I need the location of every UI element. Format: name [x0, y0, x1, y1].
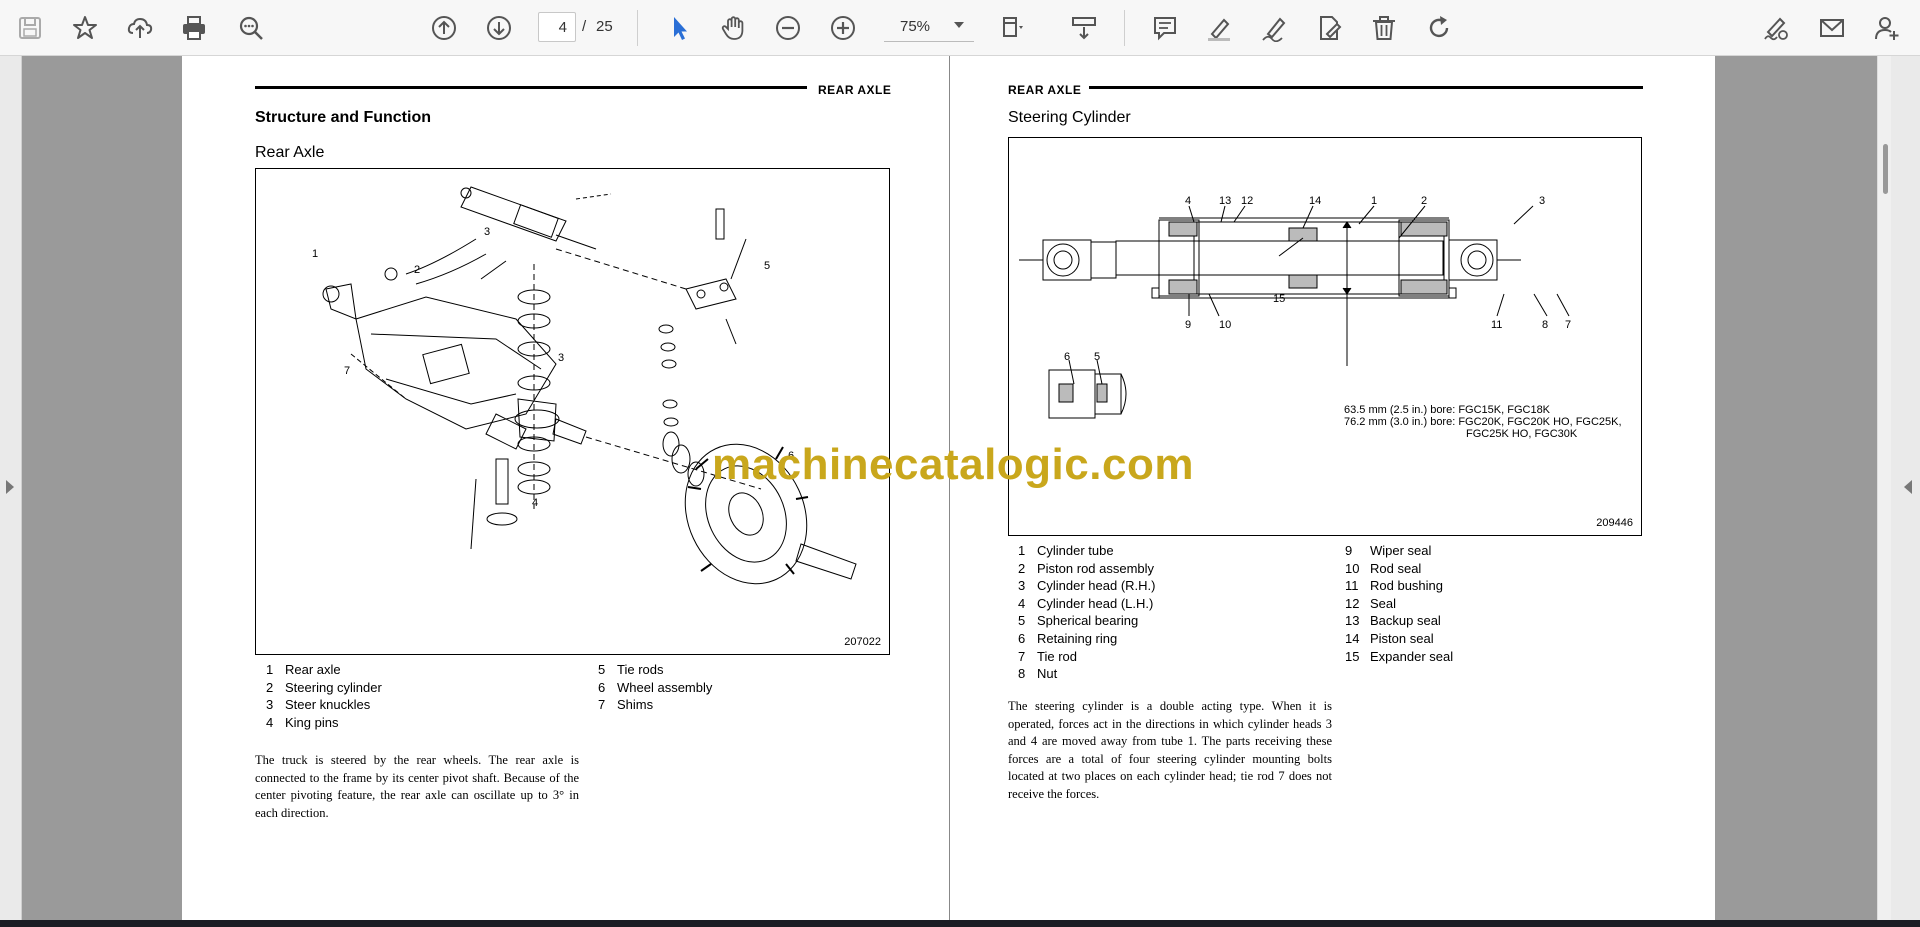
email-icon[interactable] — [1814, 10, 1850, 46]
legend-item: 3 Steer knuckles — [266, 697, 371, 713]
callout-8: 8 — [1542, 319, 1548, 331]
add-user-icon[interactable] — [1869, 10, 1905, 46]
callout-12: 12 — [1241, 195, 1253, 207]
rear-axle-exploded-diagram: 1 2 3 3 4 5 6 7 — [312, 186, 857, 585]
legend-item: 3 Cylinder head (R.H.) — [1018, 578, 1156, 594]
legend-item: 5 Spherical bearing — [1018, 613, 1139, 629]
figure-subtitle-right: Steering Cylinder — [1008, 109, 1131, 126]
bore-spec-1: 63.5 mm (2.5 in.) bore: FGC15K, FGC18K — [1344, 404, 1551, 416]
callout-1: 2 — [414, 264, 420, 276]
fit-page-icon[interactable] — [996, 10, 1032, 46]
bore-spec-2: 76.2 mm (3.0 in.) bore: FGC20K, FGC20K H… — [1344, 416, 1622, 428]
callout-3b: 3 — [558, 352, 564, 364]
edit-pdf-icon[interactable] — [1311, 10, 1347, 46]
expand-left-panel-icon[interactable] — [6, 480, 14, 494]
legend-item: 7 Shims — [598, 697, 654, 713]
taskbar-edge — [0, 920, 1920, 927]
legend-item: 13 Backup seal — [1345, 613, 1441, 629]
draw-icon[interactable] — [1256, 10, 1292, 46]
zoom-in-icon[interactable] — [825, 10, 861, 46]
save-icon[interactable] — [12, 10, 48, 46]
legend-item: 10 Rod seal — [1345, 560, 1422, 576]
callout-7: 7 — [344, 365, 350, 377]
toolbar-divider — [1124, 10, 1125, 46]
delete-icon[interactable] — [1366, 10, 1402, 46]
rotate-icon[interactable] — [1421, 10, 1457, 46]
legend-left-col2: 5 Tie rods 6 Wheel assembly 7 Shims — [598, 661, 712, 714]
legend-item: 1 Cylinder tube — [1018, 543, 1114, 558]
callout-2: 2 — [1421, 195, 1427, 207]
expand-right-panel-icon[interactable] — [1904, 480, 1912, 494]
zoom-search-icon[interactable] — [233, 10, 269, 46]
header-rule — [1089, 86, 1643, 89]
figure-number-left: 207022 — [844, 636, 881, 648]
toolbar-divider — [637, 10, 638, 46]
comment-icon[interactable] — [1147, 10, 1183, 46]
callout-15: 15 — [1273, 293, 1285, 305]
callout-13: 13 — [1219, 195, 1231, 207]
rear-axle-figure: 1 2 3 3 4 5 6 7 207022 — [255, 168, 890, 655]
header-rule — [255, 86, 807, 89]
callout-2: 3 — [484, 226, 490, 238]
legend-item: 9 Wiper seal — [1345, 543, 1432, 558]
legend-item: 8 Nut — [1018, 666, 1058, 682]
legend-item: 12 Seal — [1345, 595, 1397, 611]
figure-number-right: 209446 — [1596, 517, 1633, 529]
callout-3: 3 — [1539, 195, 1545, 207]
main-toolbar: 4 / 25 75% — [0, 0, 1920, 56]
callout-11: 11 — [1491, 319, 1502, 331]
callout-10: 10 — [1219, 319, 1231, 331]
legend-right-col2: 9 Wiper seal 10 Rod seal 11 Rod bushing 12 S… — [1345, 542, 1453, 665]
bore-spec-3: FGC25K HO, FGC30K — [1466, 428, 1578, 440]
highlight-icon[interactable] — [1201, 10, 1237, 46]
legend-item: 2 Piston rod assembly — [1018, 560, 1155, 576]
watermark-text: machinecatalogic.com — [712, 440, 1194, 489]
page-up-icon[interactable] — [426, 10, 462, 46]
legend-item: 14 Piston seal — [1345, 630, 1434, 646]
legend-item: 5 Tie rods — [598, 662, 664, 677]
sign-icon[interactable] — [1758, 10, 1794, 46]
legend-item: 6 Wheel assembly — [598, 679, 713, 695]
legend-item: 6 Retaining ring — [1018, 630, 1118, 646]
star-icon[interactable] — [67, 10, 103, 46]
legend-item: 4 Cylinder head (L.H.) — [1018, 595, 1154, 611]
legend-item: 2 Steering cylinder — [266, 679, 382, 695]
callout-6: 6 — [1064, 351, 1070, 363]
callout-1: 1 — [1371, 195, 1377, 207]
rear-axle-description: The truck is steered by the rear wheels.… — [255, 753, 579, 820]
legend-left-col1: 1 Rear axle 2 Steering cylinder 3 Steer knu… — [266, 661, 382, 731]
callout-14: 14 — [1309, 195, 1321, 207]
page-header-left: REAR AXLE — [818, 83, 892, 97]
callout-3a: 1 — [312, 248, 318, 260]
upload-icon[interactable] — [122, 10, 158, 46]
page-number-input[interactable]: 4 — [538, 12, 576, 42]
page-total: 25 — [596, 18, 613, 35]
print-icon[interactable] — [176, 10, 212, 46]
legend-item: 11 Rod bushing — [1345, 578, 1443, 594]
callout-4: 4 — [1185, 195, 1191, 207]
chevron-down-icon[interactable] — [954, 22, 964, 28]
callout-5: 5 — [764, 260, 770, 272]
legend-right-col1: 1 Cylinder tube 2 Piston rod assembly 3 Cyl… — [1018, 542, 1156, 683]
callout-9: 9 — [1185, 319, 1191, 331]
section-title: Structure and Function — [255, 109, 431, 126]
callout-5: 5 — [1094, 351, 1100, 363]
zoom-out-icon[interactable] — [770, 10, 806, 46]
scrollbar-thumb[interactable] — [1883, 144, 1888, 194]
scroll-mode-icon[interactable] — [1066, 10, 1102, 46]
callout-4: 4 — [532, 497, 538, 509]
hand-icon[interactable] — [715, 10, 751, 46]
select-cursor-icon[interactable] — [661, 10, 697, 46]
legend-item: 7 Tie rod — [1018, 648, 1077, 664]
legend-item: 1 Rear axle — [266, 662, 341, 677]
page-separator: / — [582, 18, 587, 35]
legend-item: 4 King pins — [266, 714, 339, 730]
page-down-icon[interactable] — [481, 10, 517, 46]
page-header-right: REAR AXLE — [1008, 83, 1082, 97]
figure-subtitle-left: Rear Axle — [255, 144, 325, 161]
legend-item: 15 Expander seal — [1345, 648, 1454, 664]
steering-cylinder-description: The steering cylinder is a double acting… — [1008, 699, 1332, 801]
callout-7: 7 — [1565, 319, 1571, 331]
